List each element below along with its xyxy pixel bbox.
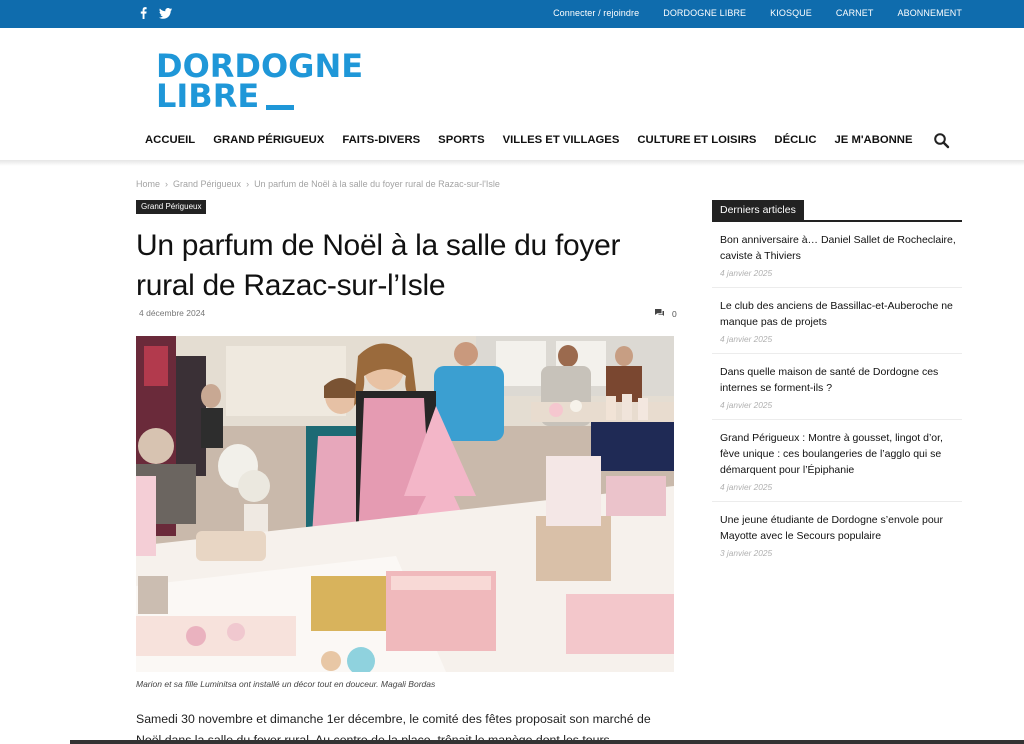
twitter-icon[interactable] — [159, 7, 172, 19]
sidebar-article-date: 4 janvier 2025 — [720, 400, 773, 410]
logo-underline — [266, 105, 294, 110]
nav-culture-et-loisirs[interactable]: CULTURE ET LOISIRS — [637, 134, 756, 146]
sidebar-article[interactable]: Dans quelle maison de santé de Dordogne … — [712, 354, 962, 420]
sidebar-article-date: 4 janvier 2025 — [720, 482, 773, 492]
article-photo — [136, 336, 674, 672]
breadcrumb-separator: › — [246, 179, 250, 189]
nav-divider — [0, 160, 1024, 166]
top-link-dordogne-libre[interactable]: DORDOGNE LIBRE — [663, 8, 746, 18]
breadcrumb-home[interactable]: Home — [136, 179, 160, 189]
article-body: Samedi 30 novembre et dimanche 1er décem… — [136, 712, 651, 744]
nav-grand-perigueux[interactable]: GRAND PÉRIGUEUX — [213, 134, 324, 146]
nav-sports[interactable]: SPORTS — [438, 134, 484, 146]
nav-declic[interactable]: DÉCLIC — [774, 134, 816, 146]
site-logo[interactable]: DORDOGNE LIBRE — [156, 49, 396, 119]
sidebar-article-title[interactable]: Grand Périgueux : Montre à gousset, ling… — [720, 430, 962, 478]
nav-faits-divers[interactable]: FAITS-DIVERS — [342, 134, 420, 146]
sidebar-article-date: 4 janvier 2025 — [720, 334, 773, 344]
sidebar-title: Derniers articles — [712, 200, 804, 222]
sidebar-article-title[interactable]: Bon anniversaire à… Daniel Sallet de Roc… — [720, 232, 962, 264]
sidebar-article[interactable]: Une jeune étudiante de Dordogne s’envole… — [712, 502, 962, 567]
sidebar-article-title[interactable]: Dans quelle maison de santé de Dordogne … — [720, 364, 962, 396]
comment-icon — [654, 308, 665, 319]
logo-line-2: LIBRE — [156, 77, 260, 115]
article-date: 4 décembre 2024 — [139, 308, 206, 318]
breadcrumb-current: Un parfum de Noël à la salle du foyer ru… — [254, 179, 500, 189]
sidebar-article[interactable]: Bon anniversaire à… Daniel Sallet de Roc… — [712, 222, 962, 288]
main-nav: ACCUEIL GRAND PÉRIGUEUX FAITS-DIVERS SPO… — [145, 134, 913, 146]
social-links — [140, 7, 172, 19]
sidebar-header: Derniers articles — [712, 200, 962, 222]
comments-number: 0 — [672, 308, 677, 319]
breadcrumb-separator: › — [165, 179, 169, 189]
sidebar-article-title[interactable]: Le club des anciens de Bassillac-et-Aube… — [720, 298, 962, 330]
photo-caption: Marion et sa fille Luminitsa ont install… — [136, 679, 436, 689]
sidebar-article[interactable]: Le club des anciens de Bassillac-et-Aube… — [712, 288, 962, 354]
top-link-abonnement[interactable]: ABONNEMENT — [897, 8, 962, 18]
search-icon[interactable] — [933, 132, 951, 150]
top-links: Connecter / rejoindre DORDOGNE LIBRE KIO… — [553, 8, 962, 18]
sidebar-article-title[interactable]: Une jeune étudiante de Dordogne s’envole… — [720, 512, 962, 544]
nav-villes-et-villages[interactable]: VILLES ET VILLAGES — [503, 134, 620, 146]
breadcrumb-category[interactable]: Grand Périgueux — [173, 179, 241, 189]
sidebar-article-date: 3 janvier 2025 — [720, 548, 773, 558]
sidebar-article-date: 4 janvier 2025 — [720, 268, 773, 278]
facebook-icon[interactable] — [140, 7, 147, 19]
article-title: Un parfum de Noël à la salle du foyer ru… — [136, 229, 621, 302]
top-link-kiosque[interactable]: KIOSQUE — [770, 8, 812, 18]
top-bar: Connecter / rejoindre DORDOGNE LIBRE KIO… — [0, 0, 1024, 28]
nav-accueil[interactable]: ACCUEIL — [145, 134, 195, 146]
login-link[interactable]: Connecter / rejoindre — [553, 8, 639, 18]
bottom-scrollbar — [70, 740, 1024, 744]
sidebar-article[interactable]: Grand Périgueux : Montre à gousset, ling… — [712, 420, 962, 502]
nav-je-m-abonne[interactable]: JE M'ABONNE — [834, 134, 912, 146]
sidebar-latest: Derniers articles Bon anniversaire à… Da… — [712, 200, 962, 567]
top-link-carnet[interactable]: CARNET — [836, 8, 874, 18]
comments-count[interactable]: 0 — [654, 308, 677, 319]
breadcrumb: Home › Grand Périgueux › Un parfum de Noël à… — [136, 179, 500, 189]
category-badge[interactable]: Grand Périgueux — [136, 200, 207, 214]
